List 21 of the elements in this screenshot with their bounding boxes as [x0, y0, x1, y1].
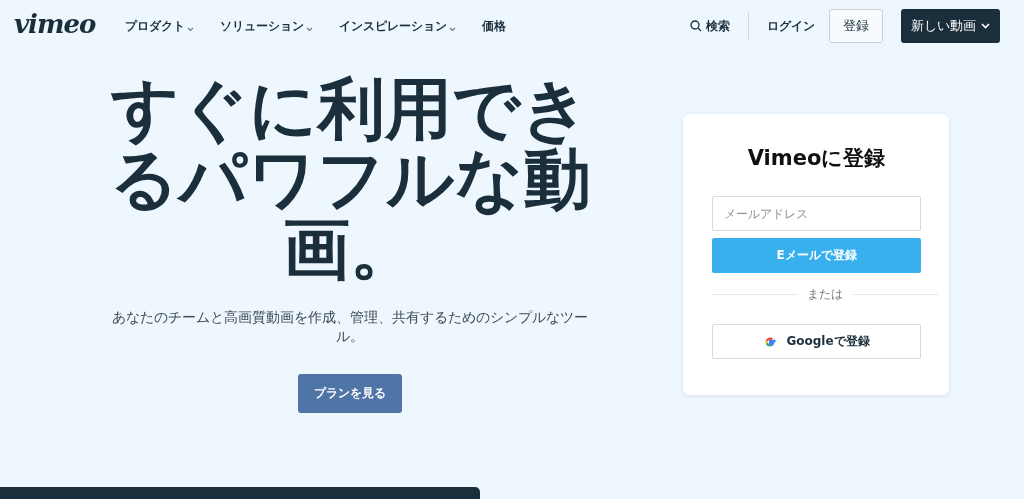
chevron-icon [449, 26, 457, 32]
hero-subtitle: あなたのチームと高画質動画を作成、管理、共有するためのシンプルなツール。 [111, 308, 589, 346]
chevron-icon [306, 26, 314, 32]
see-plans-button[interactable]: プランを見る [298, 374, 402, 413]
vimeo-logo[interactable]: vimeo [14, 9, 96, 39]
nav-link[interactable]: ソリューション [220, 18, 314, 34]
nav-link[interactable]: 価格 [482, 18, 507, 34]
nav-link[interactable]: インスピレーション [339, 18, 457, 34]
nav-link[interactable]: プロダクト [125, 18, 195, 34]
headline: すぐに利用でき るパワフルな動 画。 [108, 74, 592, 284]
login-link[interactable]: ログイン [767, 18, 815, 34]
chevron-icon [981, 23, 990, 29]
new-video-button[interactable]: 新しい動画 [901, 9, 1000, 43]
signup-button[interactable]: 登録 [829, 9, 883, 43]
email-field[interactable]: メールアドレス [712, 196, 921, 231]
chevron-icon [187, 26, 195, 32]
card-title: Vimeoに登録 [746, 145, 887, 172]
search-link[interactable]: 検索 [690, 18, 730, 34]
divider-label: または [807, 287, 843, 302]
search-icon [690, 20, 702, 32]
google-signup-button[interactable]: Googleで登録 [712, 324, 921, 359]
